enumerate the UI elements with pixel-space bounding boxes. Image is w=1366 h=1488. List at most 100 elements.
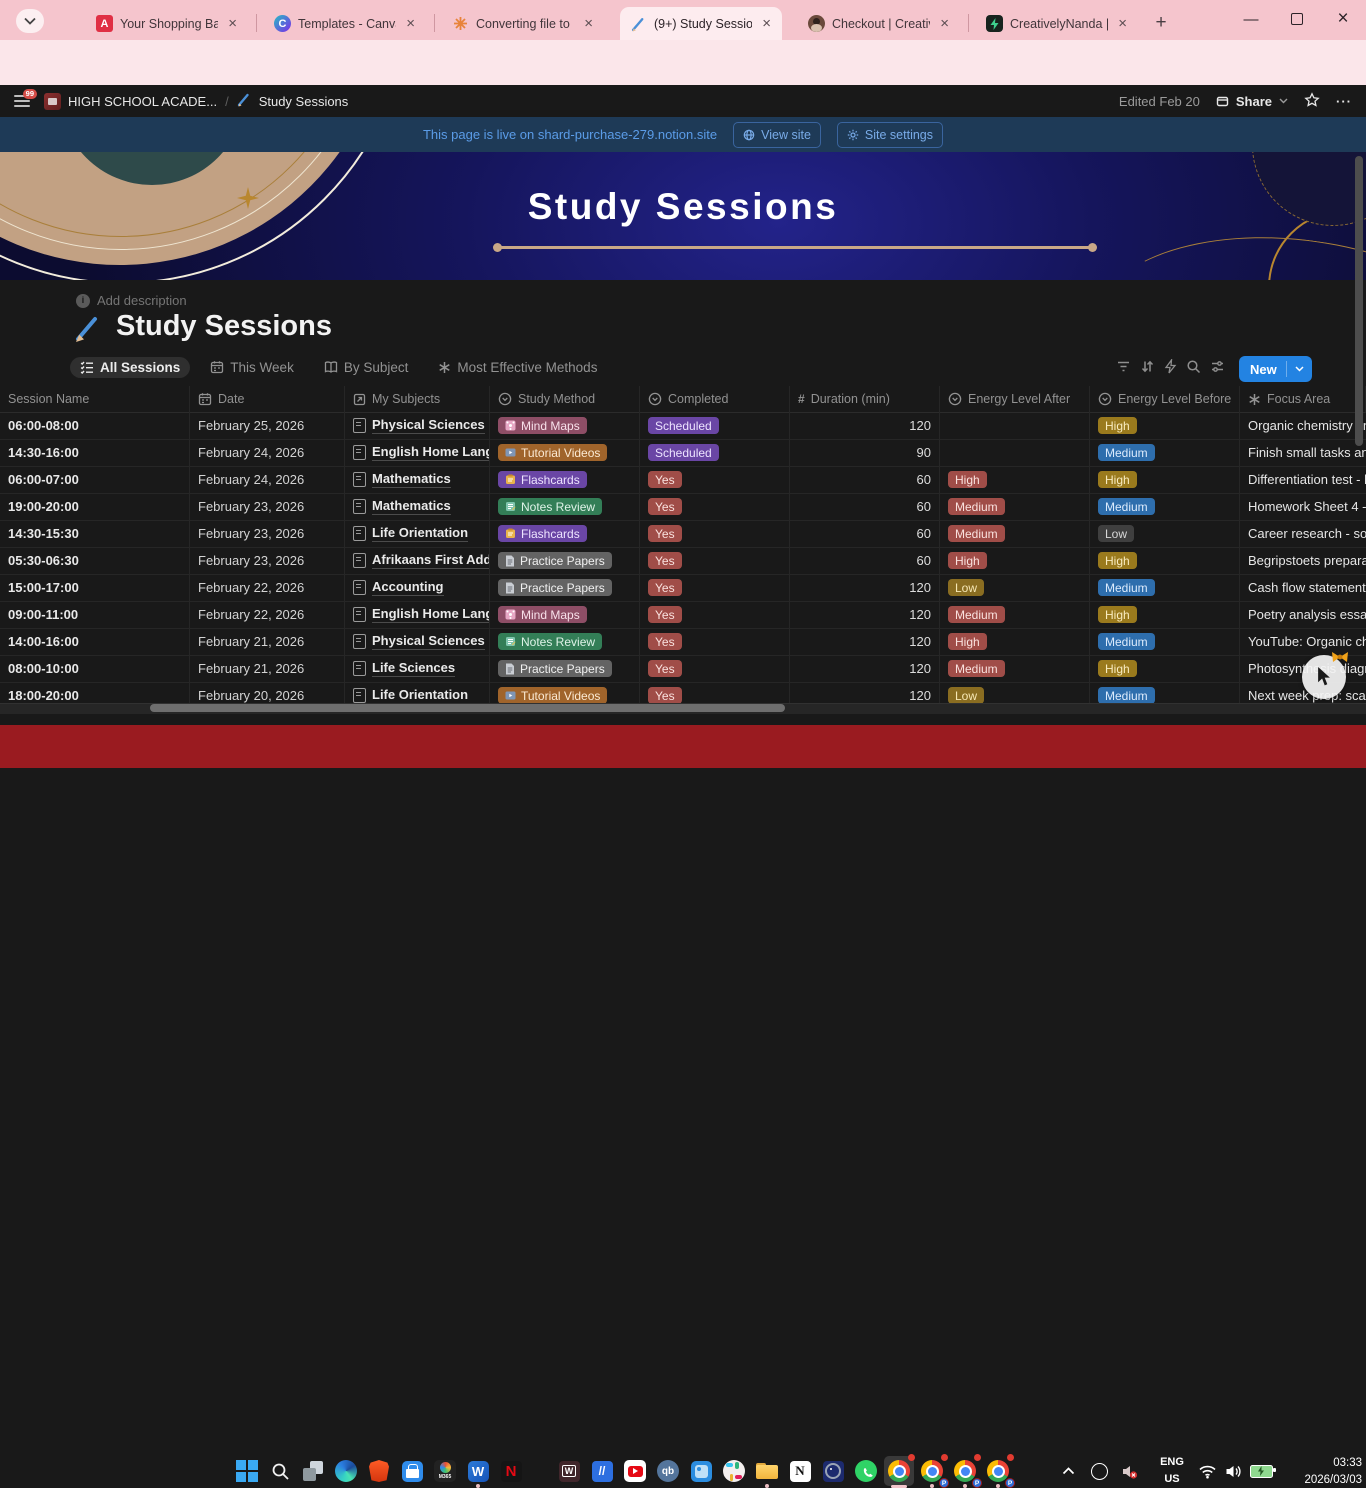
energy-before-badge[interactable]: Low [1098,525,1134,542]
cell-energy-before[interactable]: Medium [1090,439,1240,466]
wifi-icon[interactable] [1192,1456,1222,1486]
study-method-badge[interactable]: Flashcards [498,471,587,488]
tray-muted-icon[interactable] [1114,1456,1144,1486]
taskbar-media-icon[interactable] [818,1456,848,1486]
cell-focus-area[interactable]: Begripstoets preparati [1240,547,1366,574]
cell-energy-before[interactable]: High [1090,547,1240,574]
cell-date[interactable]: February 21, 2026 [190,655,345,682]
cell-subject[interactable]: Accounting [345,574,490,601]
cell-session-name[interactable]: 15:00-17:00 [0,574,190,601]
energy-before-badge[interactable]: Medium [1098,579,1155,596]
search-icon[interactable] [1186,359,1201,379]
cell-study-method[interactable]: Flashcards [490,520,640,547]
vertical-scrollbar-thumb[interactable] [1355,156,1363,446]
cell-study-method[interactable]: Tutorial Videos [490,439,640,466]
cell-date[interactable]: February 21, 2026 [190,628,345,655]
cell-subject[interactable]: Afrikaans First Additional La [345,547,490,574]
completed-badge[interactable]: Scheduled [648,444,719,461]
cell-completed[interactable]: Yes [640,574,790,601]
cell-session-name[interactable]: 14:30-15:30 [0,520,190,547]
cell-energy-before[interactable]: High [1090,412,1240,439]
cell-date[interactable]: February 23, 2026 [190,520,345,547]
automation-bolt-icon[interactable] [1164,359,1177,379]
view-options-icon[interactable] [1210,359,1225,379]
tab-close-icon[interactable]: × [759,15,774,32]
cell-session-name[interactable]: 19:00-20:00 [0,493,190,520]
cell-energy-before[interactable]: High [1090,601,1240,628]
browser-tab[interactable]: (9+) Study Sessions |× [620,7,782,40]
subject-link[interactable]: English Home Language [372,606,490,623]
workspace-icon[interactable] [44,93,61,110]
cell-energy-after[interactable]: Medium [940,601,1090,628]
page-more-icon[interactable]: ··· [1336,94,1352,109]
cell-study-method[interactable]: Practice Papers [490,547,640,574]
tray-chevron-icon[interactable] [1053,1456,1083,1486]
taskbar-chrome-icon[interactable] [884,1456,914,1486]
cell-duration[interactable]: 120 [790,628,940,655]
energy-before-badge[interactable]: High [1098,606,1137,623]
study-method-badge[interactable]: Notes Review [498,633,602,650]
completed-badge[interactable]: Yes [648,633,682,650]
cell-study-method[interactable]: Flashcards [490,466,640,493]
cell-date[interactable]: February 23, 2026 [190,493,345,520]
cell-energy-after[interactable]: Medium [940,493,1090,520]
cell-energy-after[interactable] [940,439,1090,466]
cell-completed[interactable]: Yes [640,601,790,628]
cell-energy-after[interactable]: High [940,466,1090,493]
cell-subject[interactable]: Physical Sciences [345,628,490,655]
cell-subject[interactable]: Mathematics [345,466,490,493]
cell-completed[interactable]: Yes [640,466,790,493]
cell-duration[interactable]: 60 [790,520,940,547]
energy-after-badge[interactable]: Medium [948,525,1005,542]
energy-after-badge[interactable]: Low [948,579,984,596]
energy-after-badge[interactable]: High [948,471,987,488]
study-method-badge[interactable]: Practice Papers [498,660,612,677]
energy-after-badge[interactable]: Low [948,687,984,704]
cell-session-name[interactable]: 14:00-16:00 [0,628,190,655]
view-tab-all-sessions[interactable]: All Sessions [70,357,190,378]
subject-link[interactable]: Mathematics [372,471,451,488]
cell-study-method[interactable]: Practice Papers [490,574,640,601]
completed-badge[interactable]: Yes [648,660,682,677]
energy-before-badge[interactable]: High [1098,417,1137,434]
energy-after-badge[interactable]: High [948,633,987,650]
tray-language-switcher[interactable]: ENGUS [1152,1454,1192,1487]
cell-energy-before[interactable]: High [1090,466,1240,493]
cell-focus-area[interactable]: Organic chemistry fina [1240,412,1366,439]
taskbar-brave-icon[interactable] [364,1456,394,1486]
taskbar-start-icon[interactable] [232,1456,262,1486]
cell-session-name[interactable]: 06:00-08:00 [0,412,190,439]
cell-study-method[interactable]: Notes Review [490,493,640,520]
cell-duration[interactable]: 120 [790,601,940,628]
study-method-badge[interactable]: Mind Maps [498,606,587,623]
browser-tab[interactable]: CreativelyNanda | Cre× [976,7,1138,40]
new-tab-button[interactable]: + [1148,10,1174,36]
subject-link[interactable]: Accounting [372,579,444,596]
browser-tab[interactable]: CTemplates - Canva× [264,7,426,40]
column-header-focus-area[interactable]: Focus Area [1240,386,1366,412]
cell-duration[interactable]: 60 [790,547,940,574]
cell-subject[interactable]: Life Sciences [345,655,490,682]
cell-duration[interactable]: 60 [790,493,940,520]
view-tab-this-week[interactable]: This Week [200,357,304,378]
subject-link[interactable]: Afrikaans First Additional La [372,552,490,569]
page-title[interactable]: Study Sessions [74,310,332,343]
cell-session-name[interactable]: 08:00-10:00 [0,655,190,682]
favorite-star-icon[interactable] [1304,92,1320,111]
sort-icon[interactable] [1140,359,1155,379]
cell-session-name[interactable]: 14:30-16:00 [0,439,190,466]
energy-before-badge[interactable]: High [1098,552,1137,569]
column-header-study-method[interactable]: Study Method [490,386,640,412]
cell-completed[interactable]: Scheduled [640,412,790,439]
cell-session-name[interactable]: 06:00-07:00 [0,466,190,493]
cell-study-method[interactable]: Mind Maps [490,601,640,628]
taskbar-search-icon[interactable] [265,1456,295,1486]
cell-date[interactable]: February 23, 2026 [190,547,345,574]
study-method-badge[interactable]: Mind Maps [498,417,587,434]
breadcrumb-workspace[interactable]: HIGH SCHOOL ACADE... [68,94,217,109]
subject-link[interactable]: English Home Language [372,444,490,461]
study-method-badge[interactable]: Notes Review [498,498,602,515]
cell-focus-area[interactable]: Differentiation test - la [1240,466,1366,493]
tab-close-icon[interactable]: × [403,15,418,32]
cell-energy-before[interactable]: High [1090,655,1240,682]
